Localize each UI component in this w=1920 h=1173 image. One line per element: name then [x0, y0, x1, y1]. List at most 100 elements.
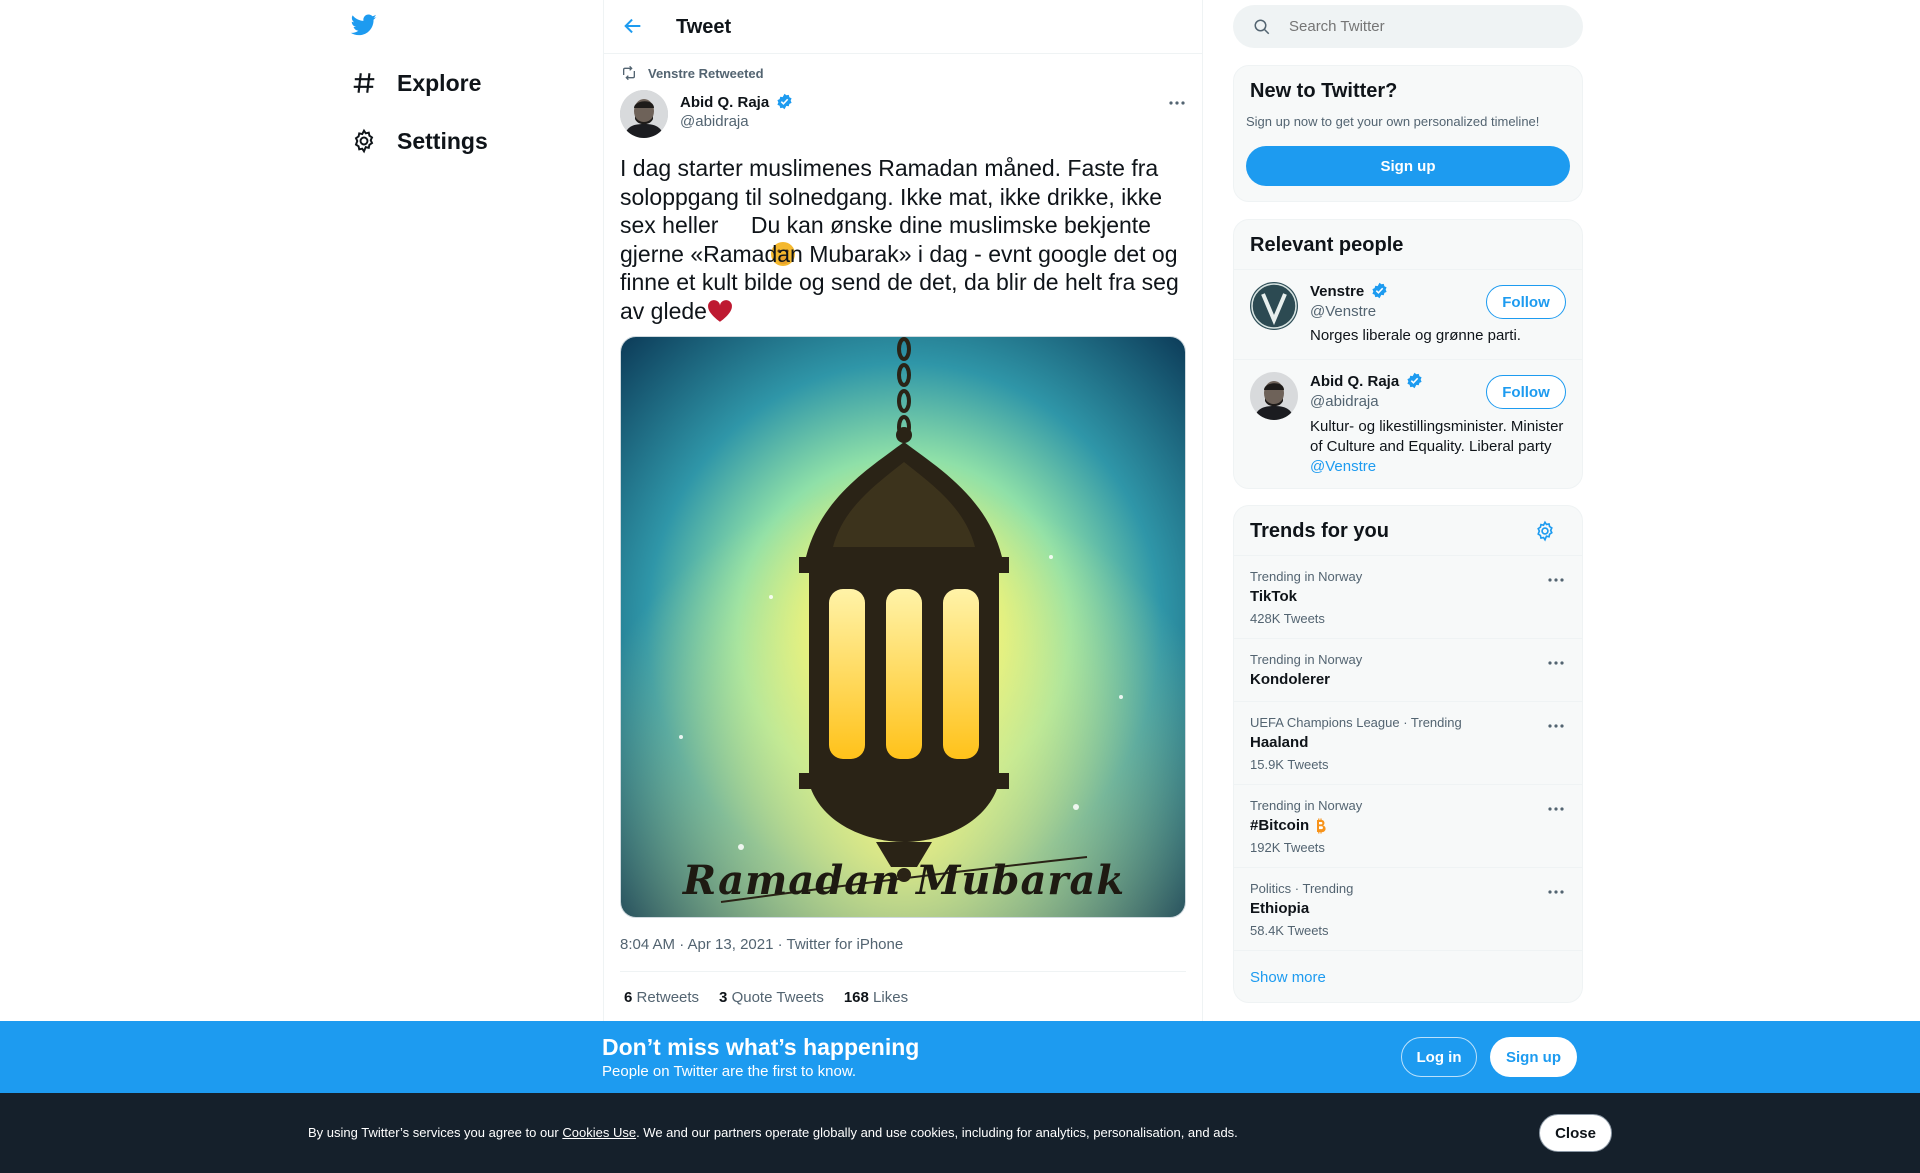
trends-title: Trends for you	[1250, 520, 1389, 542]
cookie-close-button-label: Close	[1555, 1124, 1596, 1142]
tweet-text: I dag starter muslimenes Ramadan måned. …	[620, 154, 1188, 325]
trend-item[interactable]: Trending in Norway #Bitcoin 192K Tweets	[1234, 784, 1582, 867]
tweet-timestamp[interactable]: 8:04 AM · Apr 13, 2021 · Twitter for iPh…	[620, 936, 903, 953]
page-title: Tweet	[676, 16, 732, 38]
tweet-text-fragment: sex heller	[620, 212, 719, 238]
divider	[620, 971, 1186, 972]
trend-name: Ethiopia	[1250, 900, 1310, 917]
nav-explore[interactable]: Explore	[349, 68, 481, 98]
follow-button[interactable]: Follow	[1486, 285, 1566, 319]
new-to-twitter-subtitle: Sign up now to get your own personalized…	[1246, 114, 1540, 129]
person-name: Venstre	[1310, 282, 1388, 300]
trend-item[interactable]: Trending in Norway Kondolerer	[1234, 638, 1582, 701]
more-options-icon[interactable]	[1546, 801, 1566, 811]
tweet-text-line: I dag starter muslimenes Ramadan måned. …	[620, 155, 1159, 181]
tweet-text-line-with-emoji: av glede	[620, 297, 1188, 326]
likes-count: 168	[843, 989, 869, 1006]
trend-item[interactable]: Politics · Trending Ethiopia 58.4K Tweet…	[1234, 867, 1582, 950]
trend-item[interactable]: Trending in Norway TikTok 428K Tweets	[1234, 555, 1582, 638]
trends-card: Trends for you Trending in Norway TikTok…	[1233, 505, 1583, 1003]
show-more-link[interactable]: Show more	[1234, 950, 1582, 1002]
more-options-icon[interactable]	[1546, 884, 1566, 894]
trends-settings-gear-icon[interactable]	[1534, 520, 1558, 544]
more-options-icon[interactable]	[1167, 95, 1187, 109]
retweets-stat[interactable]: 6 Retweets	[624, 989, 699, 1006]
author-name-text: Abid Q. Raja	[680, 94, 770, 111]
trend-name-with-icon: #Bitcoin	[1250, 817, 1328, 834]
person-bio-line: Kultur- og likestillingsminister. Minist…	[1310, 418, 1564, 435]
bitcoin-icon	[1312, 818, 1328, 834]
more-options-icon[interactable]	[1546, 572, 1566, 582]
person-row[interactable]: Venstre @Venstre Norges liberale og grøn…	[1234, 269, 1582, 359]
new-to-twitter-card: New to Twitter? Sign up now to get your …	[1233, 65, 1583, 202]
cookies-use-link[interactable]: Cookies Use	[562, 1125, 636, 1140]
quotes-label: Quote Tweets	[731, 989, 824, 1006]
trend-item[interactable]: UEFA Champions League · Trending Haaland…	[1234, 701, 1582, 784]
signup-button-label: Sign up	[1380, 157, 1436, 175]
author-name[interactable]: Abid Q. Raja	[680, 93, 793, 111]
trend-count: 428K Tweets	[1250, 611, 1325, 626]
tweet-stats: 6 Retweets 3 Quote Tweets 168 Likes	[624, 989, 908, 1006]
verified-badge-icon	[1372, 282, 1387, 299]
avatar[interactable]	[1250, 372, 1298, 420]
trend-count: 58.4K Tweets	[1250, 923, 1329, 938]
trend-meta: UEFA Champions League · Trending	[1250, 715, 1462, 730]
new-to-twitter-title: New to Twitter?	[1250, 80, 1398, 102]
avatar[interactable]	[1250, 282, 1298, 330]
search-input[interactable]	[1289, 5, 1569, 48]
trend-count: 192K Tweets	[1250, 840, 1325, 855]
login-button-label: Log in	[1416, 1048, 1462, 1066]
quote-tweets-stat[interactable]: 3 Quote Tweets	[719, 989, 824, 1006]
login-button[interactable]: Log in	[1401, 1037, 1477, 1077]
follow-button-label: Follow	[1502, 293, 1550, 311]
person-name-text: Abid Q. Raja	[1310, 373, 1400, 390]
retweets-label: Retweets	[636, 989, 700, 1006]
cookie-close-button[interactable]: Close	[1539, 1114, 1612, 1152]
banner-signup-button[interactable]: Sign up	[1490, 1037, 1577, 1077]
bio-mention-link[interactable]: @Venstre	[1310, 457, 1576, 477]
relevant-people-title: Relevant people	[1250, 234, 1404, 256]
red-heart-emoji-icon	[707, 299, 733, 323]
person-row[interactable]: Abid Q. Raja @abidraja Kultur- og likest…	[1234, 359, 1582, 488]
trend-meta: Trending in Norway	[1250, 798, 1363, 813]
trend-meta: Politics · Trending	[1250, 881, 1354, 896]
tweet-text-line-with-emoji: sex heller Du kan ønske dine muslimske b…	[620, 211, 1188, 266]
cookie-bar: By using Twitter’s services you agree to…	[0, 1093, 1920, 1173]
cookie-text-before: By using Twitter’s services you agree to…	[308, 1125, 563, 1140]
twitter-logo-icon[interactable]	[349, 12, 379, 38]
author-handle[interactable]: @abidraja	[680, 113, 749, 130]
tweet-column: Tweet Venstre Retweeted Abid Q. Raja @ab…	[603, 0, 1203, 1173]
person-name: Abid Q. Raja	[1310, 372, 1423, 390]
person-bio: Kultur- og likestillingsminister. Minist…	[1310, 417, 1576, 477]
cookie-text-after: . We and our partners operate globally a…	[636, 1125, 1238, 1140]
trend-count: 15.9K Tweets	[1250, 757, 1329, 772]
retweets-count: 6	[624, 989, 633, 1006]
shushing-face-emoji-icon	[718, 212, 795, 266]
tweet-text-line: soloppgang til solnedgang. Ikke mat, ikk…	[620, 183, 1163, 210]
show-more-label: Show more	[1250, 969, 1326, 986]
follow-button[interactable]: Follow	[1486, 375, 1566, 409]
trend-name: TikTok	[1250, 588, 1297, 605]
follow-button-label: Follow	[1502, 383, 1550, 401]
tweet-image[interactable]: Ramadan Mubarak	[620, 336, 1186, 918]
search-box[interactable]	[1233, 5, 1583, 48]
likes-stat[interactable]: 168 Likes	[844, 989, 908, 1006]
retweet-icon	[620, 65, 638, 81]
tweet-header: Tweet	[604, 0, 1202, 54]
more-options-icon[interactable]	[1546, 718, 1566, 728]
person-handle: @Venstre	[1310, 303, 1377, 320]
likes-label: Likes	[873, 989, 909, 1006]
person-bio: Norges liberale og grønne parti.	[1310, 327, 1521, 344]
banner-signup-button-label: Sign up	[1506, 1048, 1561, 1066]
person-handle: @abidraja	[1310, 393, 1379, 410]
back-arrow-icon[interactable]	[622, 15, 646, 39]
trend-name: #Bitcoin	[1250, 817, 1310, 834]
trend-name: Kondolerer	[1250, 671, 1331, 688]
more-options-icon[interactable]	[1546, 655, 1566, 665]
nav-settings[interactable]: Settings	[349, 126, 488, 156]
trend-meta: Trending in Norway	[1250, 652, 1363, 667]
verified-badge-icon	[1407, 372, 1422, 389]
signup-button[interactable]: Sign up	[1246, 146, 1570, 186]
social-context[interactable]: Venstre Retweeted	[648, 66, 764, 81]
avatar[interactable]	[620, 90, 668, 138]
